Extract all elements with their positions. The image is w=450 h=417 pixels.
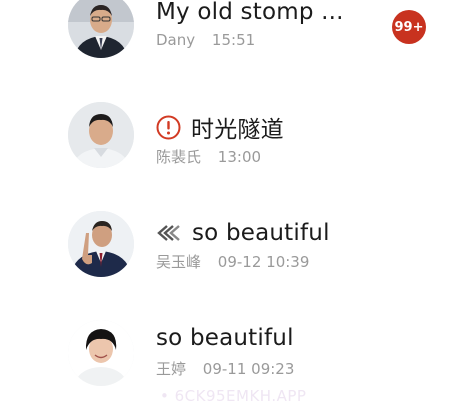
avatar	[68, 102, 134, 168]
conversation-title-line: so beautiful	[156, 220, 330, 246]
message-time: 09-12 10:39	[217, 253, 310, 271]
man-in-shirt-avatar	[68, 102, 134, 168]
conversation-list: My old stomp ... Dany 15:51 99+ 时光隧道 陈裴氏…	[0, 0, 450, 417]
conversation-title: so beautiful	[156, 325, 294, 351]
businessman-pointing-avatar	[68, 211, 134, 277]
alert-circle-icon	[156, 115, 181, 140]
conversation-row[interactable]: so beautiful 吴玉峰 09-12 10:39	[0, 210, 450, 310]
conversation-meta: Dany 15:51	[156, 31, 255, 49]
conversation-title-line: so beautiful	[156, 325, 294, 351]
young-man-avatar	[68, 320, 134, 386]
sender-name: 吴玉峰	[156, 253, 202, 271]
sender-name: 陈裴氏	[156, 148, 202, 166]
man-in-suit-avatar	[68, 0, 134, 58]
conversation-meta: 王婷 09-11 09:23	[156, 358, 294, 379]
conversation-row[interactable]: My old stomp ... Dany 15:51 99+	[0, 0, 450, 100]
avatar	[68, 0, 134, 58]
conversation-title: 时光隧道	[191, 117, 284, 143]
message-time: 13:00	[217, 148, 262, 166]
conversation-title: My old stomp ...	[156, 0, 344, 25]
conversation-row[interactable]: 时光隧道 陈裴氏 13:00	[0, 100, 450, 200]
message-time: 15:51	[211, 31, 256, 49]
avatar	[68, 211, 134, 277]
conversation-title-line: My old stomp ...	[156, 0, 344, 25]
avatar	[68, 320, 134, 386]
conversation-title-line: 时光隧道	[156, 110, 284, 144]
conversation-title: so beautiful	[192, 220, 330, 246]
sender-name: 王婷	[156, 360, 187, 378]
unread-badge: 99+	[392, 10, 426, 44]
double-chevron-left-icon	[156, 224, 182, 242]
conversation-meta: 吴玉峰 09-12 10:39	[156, 251, 309, 272]
watermark: • 6CK95EMKH.APP	[160, 387, 307, 405]
sender-name: Dany	[156, 31, 196, 49]
message-time: 09-11 09:23	[202, 360, 295, 378]
conversation-meta: 陈裴氏 13:00	[156, 146, 261, 167]
